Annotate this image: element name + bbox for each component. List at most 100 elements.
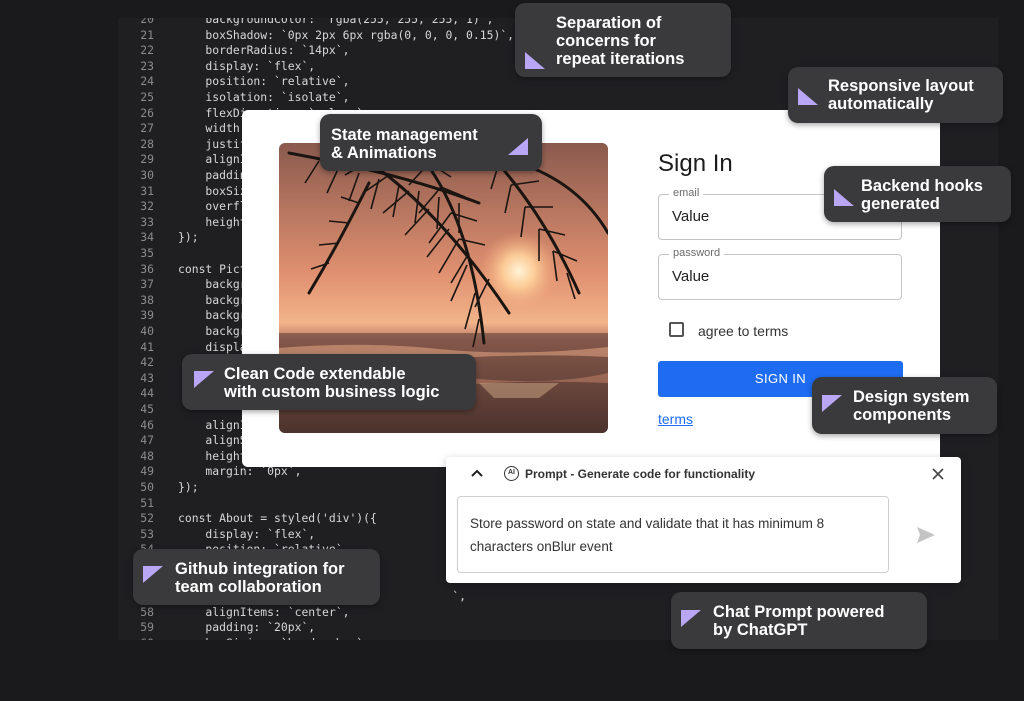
callout-separation-text: Separation of concerns for repeat iterat… [556,14,685,68]
code-line: 25 isolation: `isolate`, [118,90,349,106]
line-number: 60 [118,636,154,640]
callout-backend-text: Backend hooks generated [861,177,983,213]
line-number: 39 [140,308,154,323]
code-line: 34}); [118,230,199,246]
line-number: 44 [140,386,154,401]
code-text: alignItems: `center`, [178,604,350,619]
line-number: 20 [140,18,154,26]
triangle-icon [525,52,545,69]
callout-github-text: Github integration for team collaboratio… [175,560,345,596]
line-number: 22 [140,43,154,58]
code-text: boxShadow: `0px 2px 6px rgba(0, 0, 0, 0.… [178,27,515,42]
code-line: 22 borderRadius: `14px`, [118,43,349,59]
line-number: 59 [140,620,154,635]
code-text: padding: `20px`, [178,620,316,635]
line-number: 35 [140,246,154,260]
callout-responsive-text: Responsive layout automatically [828,77,974,113]
ai-icon: AI [504,466,519,481]
line-number: 23 [140,58,154,73]
code-line: 53 display: `flex`, [118,527,315,543]
send-icon[interactable] [915,525,937,545]
code-line: 59 padding: `20px`, [118,620,315,636]
code-text: borderRadius: `14px`, [178,43,350,58]
callout-clean-code: Clean Code extendable with custom busine… [182,354,476,410]
line-number: 27 [140,121,154,136]
callout-state-text: State management & Animations [331,126,478,162]
code-line: 52 const About = styled('div')({ [118,511,377,527]
line-number: 37 [140,277,154,292]
code-text: }); [178,230,199,245]
callout-state: State management & Animations [320,114,542,171]
signin-title: Sign In [658,150,733,177]
agree-checkbox[interactable] [669,322,684,337]
callout-chat-prompt-text: Chat Prompt powered by ChatGPT [713,603,885,639]
code-text: }); [178,480,199,494]
code-text: display: `flex`, [178,526,316,541]
code-text: position: `relative`, [178,74,350,89]
code-line: 20 backgroundColor: `rgba(255, 255, 255,… [118,18,493,28]
prompt-title: Prompt - Generate code for functionality [525,467,756,481]
line-number: 49 [140,464,154,479]
line-number: 24 [140,74,154,89]
callout-separation: Separation of concerns for repeat iterat… [515,3,731,77]
code-text: const About = styled('div')({ [178,511,377,526]
code-line: 43 [118,371,178,387]
line-number: 41 [140,339,154,354]
line-number: 32 [140,199,154,214]
line-number: 58 [140,604,154,619]
line-number: 21 [140,27,154,42]
code-line: 60 boxSizing: `border-box`, [118,636,370,640]
line-number: 30 [140,168,154,182]
callout-design-system: Design system components [812,377,997,434]
callout-backend: Backend hooks generated [824,166,1011,222]
line-number: 33 [140,214,154,229]
line-number: 34 [140,230,154,245]
callout-responsive: Responsive layout automatically [788,67,1003,123]
triangle-icon [834,189,854,206]
triangle-icon [798,88,818,105]
line-number: 28 [140,136,154,151]
line-number: 38 [140,292,154,307]
close-icon[interactable] [931,467,945,481]
triangle-icon [508,138,528,155]
terms-link[interactable]: terms [658,411,693,427]
line-number: 52 [140,511,154,526]
code-line: 50}); [118,480,199,496]
callout-clean-code-text: Clean Code extendable with custom busine… [224,365,440,401]
code-line: 24 position: `relative`, [118,74,349,90]
line-number: 48 [140,448,154,463]
code-text: isolation: `isolate`, [178,90,350,104]
password-label: password [669,247,725,259]
code-text: display: `flex`, [178,58,316,73]
line-number: 29 [140,152,154,167]
line-number: 36 [140,261,154,276]
line-number: 31 [140,183,154,198]
callout-design-system-text: Design system components [853,388,970,424]
password-input[interactable] [670,267,894,286]
triangle-icon [681,610,701,627]
code-line: 21 boxShadow: `0px 2px 6px rgba(0, 0, 0,… [118,28,514,44]
prompt-text[interactable]: Store password on state and validate tha… [470,512,880,558]
chevron-up-icon[interactable] [468,465,486,483]
triangle-icon [822,395,842,412]
code-text: boxSizing: `border-box`, [178,636,370,640]
line-number: 25 [140,90,154,104]
triangle-icon [143,566,163,583]
agree-label: agree to terms [698,323,789,339]
code-text: backgroundColor: `rgba(255, 255, 255, 1)… [178,18,494,26]
code-line: 42 [118,355,178,371]
line-number: 51 [140,495,154,510]
line-number: 50 [140,480,154,494]
line-number: 53 [140,526,154,541]
callout-github: Github integration for team collaboratio… [133,549,380,605]
email-label: email [669,187,704,199]
line-number: 43 [140,370,154,385]
line-number: 47 [140,433,154,448]
password-field[interactable]: password [658,247,902,300]
code-line: 23 display: `flex`, [118,59,315,75]
code-line: 58 alignItems: `center`, [118,605,349,621]
line-number: 45 [140,402,154,416]
line-number: 46 [140,417,154,432]
line-number: 42 [140,355,154,370]
code-line: 51 [118,496,178,512]
